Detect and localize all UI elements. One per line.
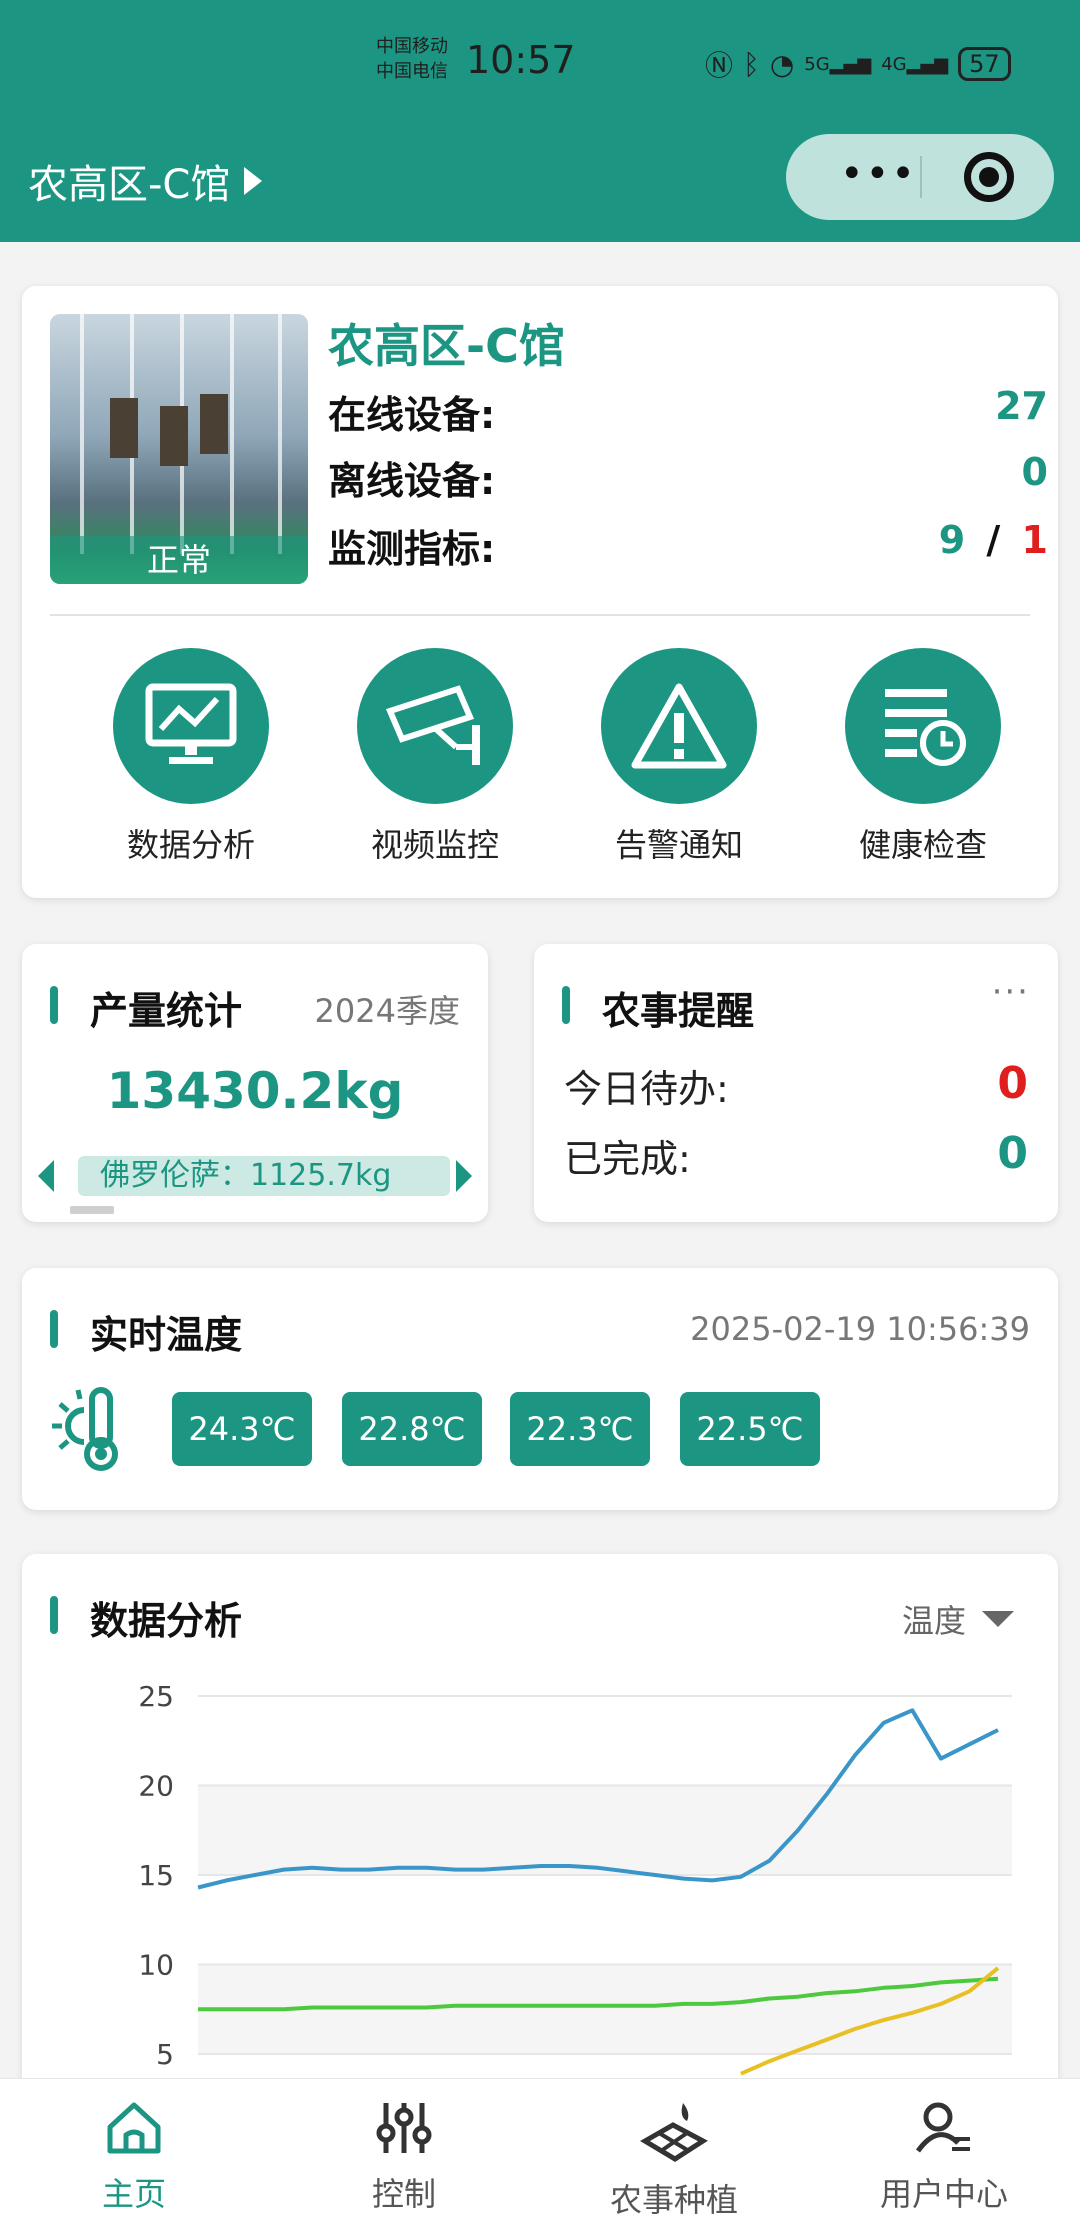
carrier-names: 中国移动 中国电信 [376,34,448,84]
more-icon[interactable]: ••• [840,154,917,194]
prev-arrow-icon[interactable] [38,1160,54,1192]
tab-home[interactable]: 主页 [34,2099,234,2215]
shortcut-label: 视频监控 [370,826,499,864]
wifi-icon: ◔ [769,47,795,81]
online-label: 在线设备: [328,393,496,437]
done-label: 已完成: [564,1137,691,1181]
shortcut-health-check[interactable]: 健康检查 [828,648,1018,866]
tab-farming[interactable]: 农事种植 [574,2099,774,2221]
yield-item: 佛罗伦萨：1125.7kg [78,1156,450,1196]
shortcut-data-analysis[interactable]: 数据分析 [96,648,286,866]
realtime-temp-title: 实时温度 [50,1304,242,1359]
temp-reading: 24.3℃ [172,1392,312,1466]
site-name: 农高区-C馆 [328,319,565,373]
metrics-row: 监测指标: 9 / 1 [328,518,1048,573]
analysis-title: 数据分析 [50,1590,242,1645]
tab-label: 农事种植 [609,2181,738,2219]
bottom-tab-bar: 主页 控制 农事种植 用户中心 [0,2078,1080,2228]
bluetooth-icon: ᛒ [743,47,760,81]
tab-label: 主页 [101,2175,166,2213]
y-tick-label: 15 [138,1859,174,1892]
cctv-camera-icon [357,648,513,804]
carrier-2: 中国电信 [376,61,448,82]
yield-title: 产量统计 [50,980,242,1035]
planting-icon [640,2103,708,2162]
metrics-label: 监测指标: [328,527,496,571]
location-name: 农高区-C馆 [28,162,231,208]
metric-selected: 温度 [901,1602,966,1640]
grid-band [198,1785,1012,1875]
online-value: 27 [995,384,1048,428]
y-tick-label: 10 [138,1949,174,1982]
chevron-down-icon [982,1611,1014,1627]
status-time: 10:57 [466,38,576,82]
yield-card: 产量统计 2024季度 13430.2kg 佛罗伦萨：1125.7kg [22,944,488,1222]
temp-reading: 22.8℃ [342,1392,482,1466]
miniprogram-capsule: ••• [786,134,1054,220]
todo-label: 今日待办: [564,1067,729,1111]
metrics-ok: 9 [938,518,966,562]
sliders-icon [376,2103,432,2153]
caret-right-icon [244,167,263,195]
yield-total: 13430.2kg [106,1062,404,1120]
farm-reminder-card: 农事提醒 ··· 今日待办: 0 已完成: 0 [534,944,1058,1222]
top-header: 中国移动 中国电信 10:57 Ⓝ ᛒ ◔ 5G▂▄▆ 4G▂▄▆ 57 农高区… [0,0,1080,242]
todo-value: 0 [997,1058,1028,1109]
offline-label: 离线设备: [328,459,496,503]
signal-4g-icon: 4G▂▄▆ [881,53,949,75]
metrics-separator: / [986,518,1001,562]
monitor-chart-icon [113,648,269,804]
capsule-divider [920,156,922,198]
temp-reading: 22.3℃ [510,1392,650,1466]
metric-dropdown[interactable]: 温度 [902,1596,1014,1642]
metrics-value: 9 / 1 [939,518,1048,573]
shortcut-label: 健康检查 [858,826,987,864]
overview-card: 正常 农高区-C馆 在线设备: 27 离线设备: 0 监测指标: 9 / 1 数… [22,286,1058,898]
online-devices-row: 在线设备: 27 [328,384,1048,439]
more-icon[interactable]: ··· [992,972,1030,1012]
close-target-icon[interactable] [964,152,1014,202]
greenhouse-image: 正常 [50,314,308,584]
offline-devices-row: 离线设备: 0 [328,450,1048,505]
reminder-title: 农事提醒 [562,980,754,1035]
done-value: 0 [997,1128,1028,1179]
carrier-1: 中国移动 [376,36,448,57]
checklist-clock-icon [845,648,1001,804]
shortcut-alarm[interactable]: 告警通知 [584,648,774,866]
done-row: 已完成: 0 [564,1128,1028,1183]
y-tick-label: 25 [138,1680,174,1713]
status-bar: 中国移动 中国电信 10:57 Ⓝ ᛒ ◔ 5G▂▄▆ 4G▂▄▆ 57 [0,30,1080,96]
carousel-indicator [70,1206,114,1214]
y-tick-label: 20 [138,1770,174,1803]
realtime-temp-card: 实时温度 2025-02-19 10:56:39 24.3℃ 22.8℃ 22.… [22,1268,1058,1510]
signal-5g-icon: 5G▂▄▆ [804,53,872,75]
tab-label: 控制 [371,2175,436,2213]
shortcut-video-monitor[interactable]: 视频监控 [340,648,530,866]
temp-timestamp: 2025-02-19 10:56:39 [690,1310,1030,1348]
battery-icon: 57 [958,47,1011,81]
shortcut-label: 数据分析 [126,826,255,864]
todo-row: 今日待办: 0 [564,1058,1028,1113]
thermometer-sun-icon [48,1384,134,1478]
tab-user-center[interactable]: 用户中心 [844,2099,1044,2215]
overview-divider [50,614,1030,616]
shortcut-label: 告警通知 [614,826,743,864]
next-arrow-icon[interactable] [456,1160,472,1192]
home-icon [107,2102,161,2154]
y-tick-label: 5 [156,2038,174,2071]
tab-label: 用户中心 [879,2175,1008,2213]
metrics-alert: 1 [1021,518,1048,562]
image-status-label: 正常 [50,536,308,584]
location-selector[interactable]: 农高区-C馆 [28,152,263,210]
warning-icon [601,648,757,804]
yield-period: 2024季度 [314,992,460,1030]
nfc-icon: Ⓝ [705,49,734,82]
offline-value: 0 [1021,450,1048,494]
temp-reading: 22.5℃ [680,1392,820,1466]
user-icon [915,2102,970,2153]
status-icons: Ⓝ ᛒ ◔ 5G▂▄▆ 4G▂▄▆ 57 [705,44,1011,84]
tab-control[interactable]: 控制 [304,2099,504,2215]
